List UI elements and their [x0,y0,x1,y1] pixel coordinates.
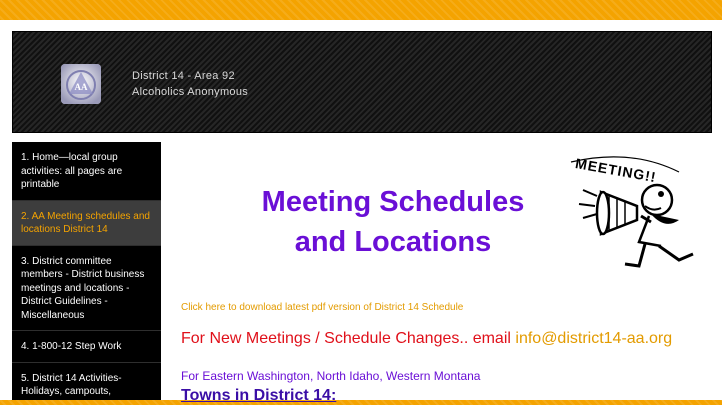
megaphone-man-icon: MEETING!! [561,150,717,270]
pdf-download-link[interactable]: Click here to download latest pdf versio… [181,302,463,313]
sidebar-item-district-committee[interactable]: 3. District committee members - District… [12,246,161,331]
schedule-changes-text: For New Meetings / Schedule Changes.. em… [181,330,516,347]
schedule-changes-notice: For New Meetings / Schedule Changes.. em… [181,330,672,348]
site-header: AA District 14 - Area 92 Alcoholics Anon… [12,31,712,133]
page-body: AA District 14 - Area 92 Alcoholics Anon… [0,20,722,404]
page-title-line1: Meeting Schedules [261,186,525,218]
sidebar-item-12-step-work[interactable]: 4. 1-800-12 Step Work [12,331,161,363]
page-title-line2: and Locations [294,226,492,258]
sidebar-item-activities[interactable]: 5. District 14 Activities- Holidays, cam… [12,363,161,401]
site-title: District 14 - Area 92 [132,70,235,82]
towns-heading: Towns in District 14: [181,387,337,404]
site-subtitle: Alcoholics Anonymous [132,86,249,98]
svg-text:AA: AA [75,82,88,92]
sidebar-item-meeting-schedules[interactable]: 2. AA Meeting schedules and locations Di… [12,200,161,246]
sidebar-item-home[interactable]: 1. Home—local group activities: all page… [12,142,161,201]
region-text: For Eastern Washington, North Idaho, Wes… [181,369,481,383]
aa-logo-icon[interactable]: AA [61,64,101,104]
sidebar-nav: 1. Home—local group activities: all page… [12,142,161,400]
page-title: Meeting Schedules and Locations [181,182,605,262]
main-content: Meeting Schedules and Locations MEETING!… [161,142,722,404]
email-link[interactable]: info@district14-aa.org [515,330,672,347]
